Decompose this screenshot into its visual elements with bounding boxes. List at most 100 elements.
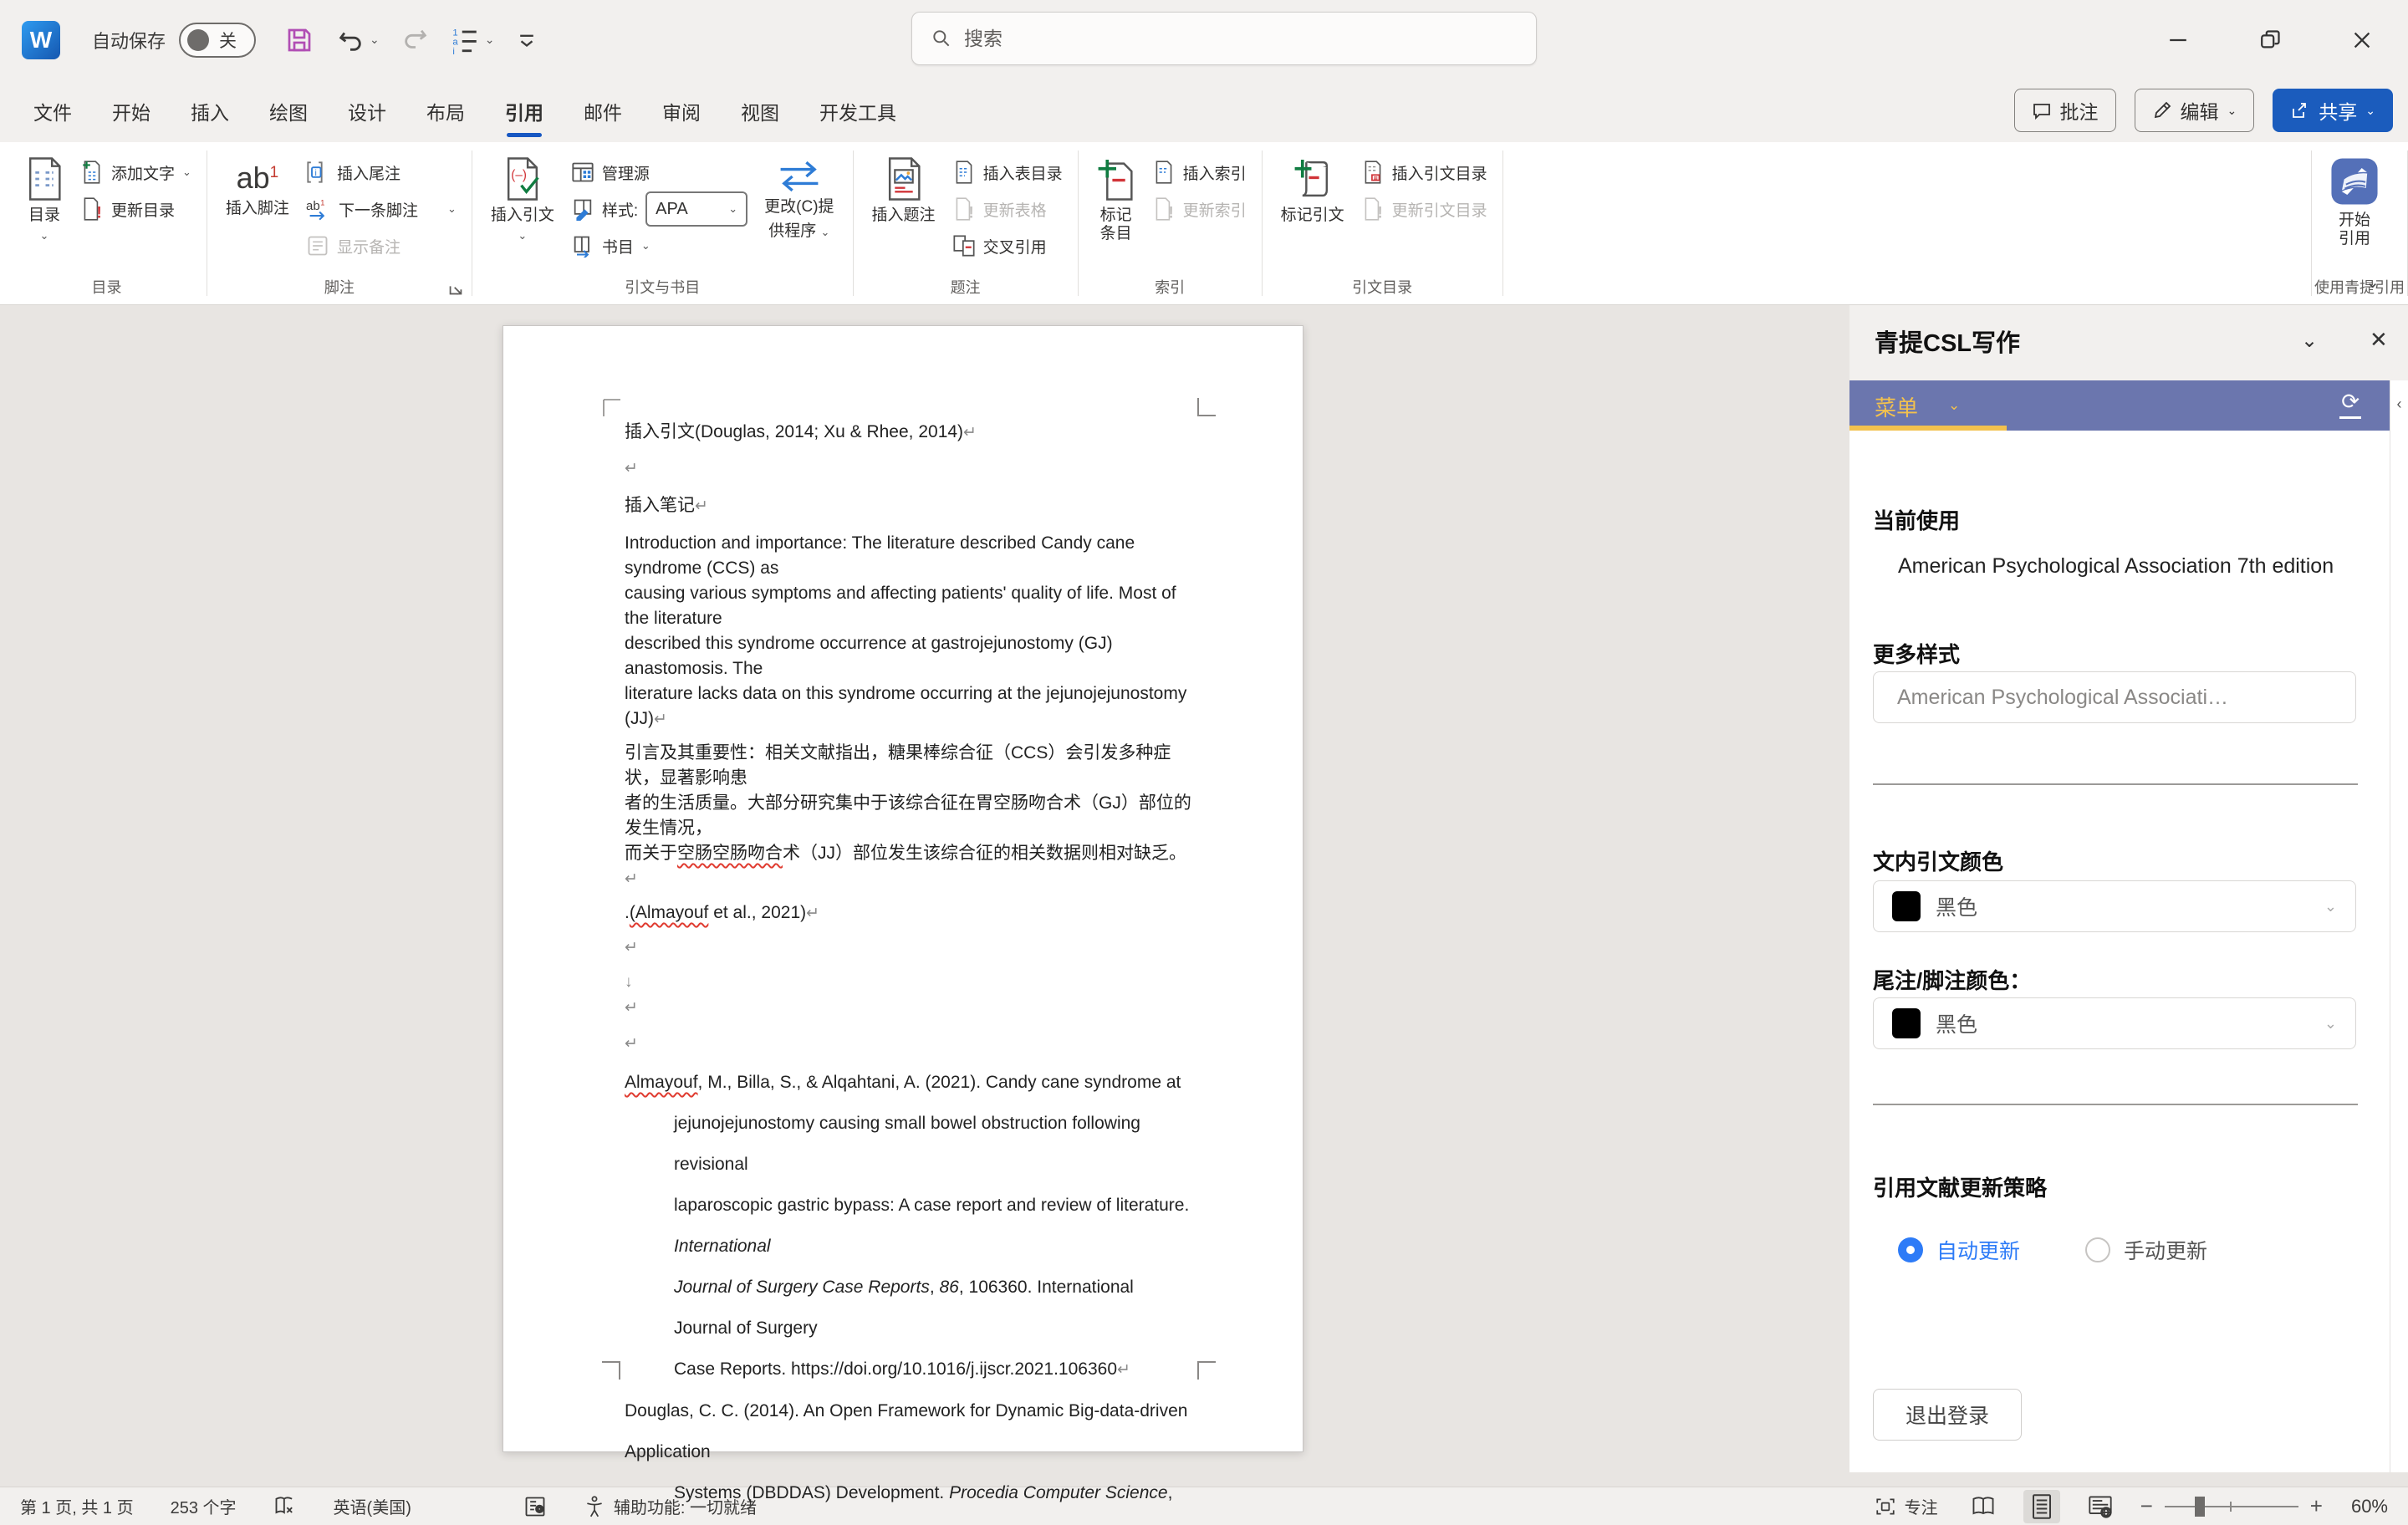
web-layout-button[interactable] — [2082, 1490, 2119, 1523]
insert-citation-button[interactable]: (–) 插入引文 ⌄ — [481, 150, 564, 271]
mark-citation-button[interactable]: 标记引文 — [1271, 150, 1354, 271]
tab-developer[interactable]: 开发工具 — [799, 79, 916, 142]
redo-button[interactable] — [401, 26, 430, 54]
toc-icon — [25, 157, 64, 201]
language-indicator[interactable]: 英语(美国) — [334, 1494, 411, 1518]
change-provider-button[interactable]: 更改(C)提 供程序 ⌄ — [754, 150, 844, 271]
intext-citation-color-select[interactable]: 黑色 ⌄ — [1873, 880, 2356, 932]
tab-design[interactable]: 设计 — [328, 79, 406, 142]
add-text-button[interactable]: 添加文字⌄ — [74, 154, 198, 191]
style-search-input[interactable]: American Psychological Associati… — [1873, 671, 2356, 723]
cross-reference-button[interactable]: 交叉引用 — [946, 227, 1069, 264]
menu-tab[interactable]: 菜单 — [1875, 391, 1918, 422]
panel-header: 青提CSL写作 ⌄ ✕ — [1849, 305, 2408, 380]
tab-home[interactable]: 开始 — [92, 79, 171, 142]
refresh-icon[interactable]: ⟳ — [2339, 389, 2361, 419]
insert-table-of-authorities-button[interactable]: 插入引文目录 — [1354, 154, 1494, 191]
toc-button[interactable]: 目录 ⌄ — [15, 150, 74, 271]
zoom-out-icon[interactable]: − — [2140, 1493, 2153, 1519]
page-indicator[interactable]: 第 1 页, 共 1 页 — [20, 1494, 134, 1518]
insert-endnote-button[interactable]: i 插入尾注 — [299, 154, 463, 191]
tab-review[interactable]: 审阅 — [642, 79, 721, 142]
undo-button[interactable]: ⌄ — [336, 26, 380, 54]
group-index: 标记条目 插入索引 ! 更新索引 索引 — [1079, 142, 1262, 304]
word-count[interactable]: 253 个字 — [171, 1494, 237, 1518]
read-mode-button[interactable] — [1965, 1490, 2002, 1523]
save-icon[interactable] — [284, 25, 314, 55]
update-toc-button[interactable]: ! 更新目录 — [74, 191, 198, 227]
close-button[interactable] — [2316, 0, 2408, 79]
insert-toa-icon — [1361, 160, 1385, 185]
window-controls — [2132, 0, 2408, 79]
search-box[interactable] — [911, 12, 1537, 65]
panel-scrollbar[interactable]: ‹ — [2390, 380, 2408, 1472]
doc-reference-2: Douglas, C. C. (2014). An Open Framework… — [625, 1390, 1194, 1525]
manual-update-radio[interactable]: 手动更新 — [2085, 1235, 2207, 1265]
customize-qat-icon[interactable] — [516, 29, 538, 51]
insert-footnote-button[interactable]: ab1 插入脚注 — [216, 150, 299, 271]
zoom-level[interactable]: 60% — [2351, 1496, 2388, 1517]
svg-text:1: 1 — [452, 28, 457, 38]
current-style-value: American Psychological Association 7th e… — [1898, 549, 2354, 584]
document-text[interactable]: 插入引文(Douglas, 2014; Xu & Rhee, 2014)↵ ↵ … — [503, 326, 1303, 1451]
auto-update-radio[interactable]: 自动更新 — [1898, 1235, 2020, 1265]
tab-file[interactable]: 文件 — [13, 79, 92, 142]
bibliography-button[interactable]: 书目⌄ — [564, 227, 754, 264]
next-footnote-button[interactable]: ab 1 下一条脚注 ⌄ — [299, 191, 463, 227]
zoom-in-icon[interactable]: + — [2310, 1493, 2323, 1519]
radio-selected-icon — [1898, 1237, 1923, 1262]
panel-options-icon[interactable]: ⌄ — [2301, 329, 2318, 353]
update-index-icon: ! — [1152, 196, 1176, 222]
macro-record-icon[interactable] — [523, 1495, 547, 1518]
tab-view[interactable]: 视图 — [721, 79, 799, 142]
tab-draw[interactable]: 绘图 — [249, 79, 328, 142]
autosave-label: 自动保存 — [92, 27, 166, 54]
group-captions: 插入题注 插入表目录 ! 更新表格 — [854, 142, 1078, 304]
citation-style-select[interactable]: APA ⌄ — [645, 191, 747, 227]
mark-entry-button[interactable]: 标记条目 — [1087, 150, 1145, 271]
tab-mailings[interactable]: 邮件 — [564, 79, 642, 142]
toc-dropdown-icon[interactable]: ⌄ — [40, 231, 49, 241]
insert-index-button[interactable]: 插入索引 — [1145, 154, 1253, 191]
start-citation-button[interactable]: 开始引用 — [2320, 150, 2389, 271]
panel-collapse-icon[interactable]: ‹ — [2390, 395, 2408, 413]
endnote-footnote-color-select[interactable]: 黑色 ⌄ — [1873, 997, 2356, 1049]
search-input[interactable] — [964, 28, 1466, 50]
update-toa-icon: ! — [1361, 196, 1385, 222]
tab-layout[interactable]: 布局 — [406, 79, 485, 142]
group-toc: 目录 ⌄ 添加文字⌄ ! 更新目录 目录 — [7, 142, 207, 304]
search-icon — [931, 28, 952, 49]
autosave-toggle[interactable]: 关 — [179, 23, 256, 58]
focus-mode-button[interactable]: 专注 — [1875, 1494, 1938, 1518]
menu-active-indicator — [1849, 426, 2007, 431]
zoom-slider[interactable] — [2165, 1506, 2298, 1507]
ribbon: 目录 ⌄ 添加文字⌄ ! 更新目录 目录 — [0, 142, 2408, 305]
toggle-knob-icon — [187, 29, 209, 51]
insert-citation-dropdown-icon[interactable]: ⌄ — [518, 231, 527, 241]
zoom-slider-thumb[interactable] — [2195, 1497, 2205, 1517]
qingti-csl-panel: 青提CSL写作 ⌄ ✕ 菜单 ⌄ ⟳ ‹ 当前使用 American Psych… — [1849, 305, 2408, 1472]
multilevel-list-button[interactable]: 1 a i ⌄ — [452, 26, 495, 54]
manage-sources-button[interactable]: 管理源 — [564, 154, 754, 191]
minimize-button[interactable] — [2132, 0, 2224, 79]
spellcheck-status-icon[interactable] — [273, 1495, 297, 1518]
panel-close-icon[interactable]: ✕ — [2370, 327, 2388, 353]
share-icon — [2290, 100, 2310, 120]
logout-button[interactable]: 退出登录 — [1873, 1389, 2022, 1441]
tab-references[interactable]: 引用 — [485, 79, 564, 142]
collapse-ribbon-icon[interactable]: ⌄ — [2365, 272, 2380, 293]
insert-table-of-figures-button[interactable]: 插入表目录 — [946, 154, 1069, 191]
restore-button[interactable] — [2224, 0, 2316, 79]
undo-dropdown-icon[interactable]: ⌄ — [370, 33, 380, 47]
tab-insert[interactable]: 插入 — [171, 79, 249, 142]
footnotes-dialog-launcher-icon[interactable] — [448, 281, 463, 296]
qingti-book-icon — [2330, 157, 2379, 206]
document-page[interactable]: 插入引文(Douglas, 2014; Xu & Rhee, 2014)↵ ↵ … — [503, 325, 1303, 1452]
menu-dropdown-icon[interactable]: ⌄ — [1948, 397, 1960, 414]
share-button[interactable]: 共享⌄ — [2273, 89, 2393, 132]
comments-button[interactable]: 批注 — [2014, 89, 2116, 132]
print-layout-button[interactable] — [2023, 1490, 2060, 1523]
update-policy-radios: 自动更新 手动更新 — [1898, 1235, 2207, 1265]
insert-caption-button[interactable]: 插入题注 — [862, 150, 946, 271]
editing-button[interactable]: 编辑⌄ — [2135, 89, 2255, 132]
